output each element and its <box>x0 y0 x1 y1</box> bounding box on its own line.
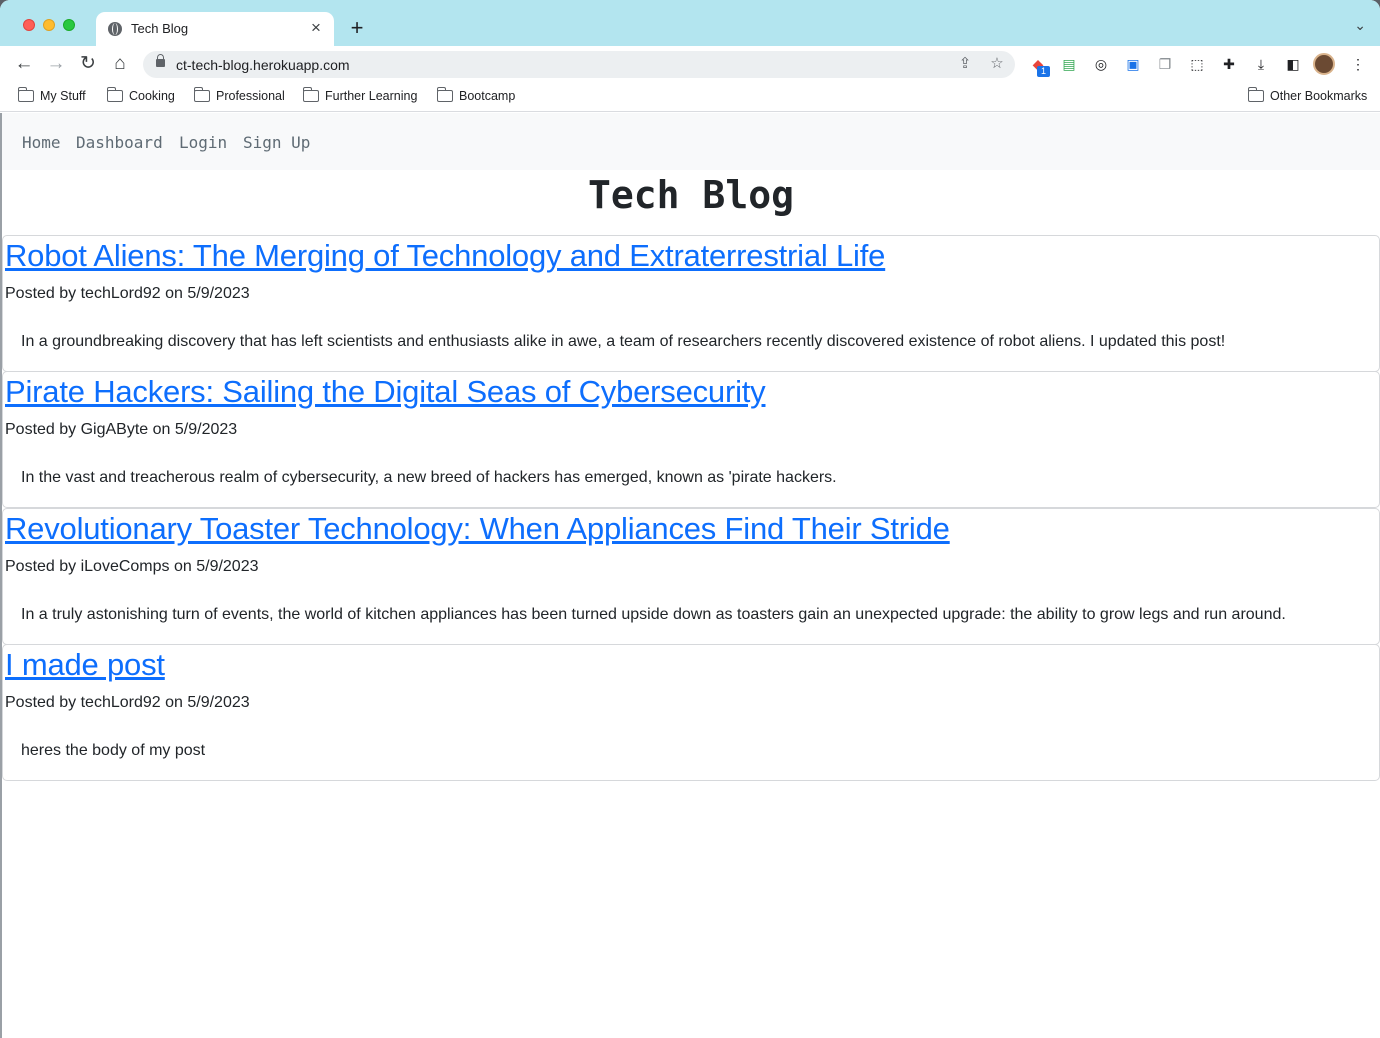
bookmark-label: Bootcamp <box>459 89 516 103</box>
bookmark-folder-professional[interactable]: Professional <box>193 87 285 106</box>
post-body: heres the body of my post <box>21 742 206 759</box>
nav-signup-link[interactable]: Sign Up <box>243 133 310 152</box>
new-tab-button[interactable]: + <box>344 15 370 41</box>
maximize-window-button[interactable] <box>63 19 75 31</box>
bookmark-label: Other Bookmarks <box>1270 89 1368 103</box>
extension-badge: 1 <box>1037 66 1050 77</box>
tab-title: Tech Blog <box>131 21 189 36</box>
download-icon[interactable]: ⤓ <box>1252 55 1270 73</box>
close-window-button[interactable] <box>23 19 35 31</box>
post-body: In the vast and treacherous realm of cyb… <box>21 469 837 486</box>
lock-icon[interactable] <box>156 54 165 67</box>
folder-icon <box>17 87 34 102</box>
side-panel-icon[interactable]: ◧ <box>1284 55 1302 73</box>
back-arrow-icon[interactable]: ← <box>12 52 36 76</box>
post-card: Revolutionary Toaster Technology: When A… <box>2 508 1380 645</box>
folder-icon <box>1247 87 1264 102</box>
extension-icon-4[interactable]: ▣ <box>1124 55 1142 73</box>
nav-dashboard-link[interactable]: Dashboard <box>76 133 163 152</box>
bookmark-folder-other[interactable]: Other Bookmarks <box>1247 87 1368 106</box>
share-icon[interactable]: ⇪ <box>955 54 975 74</box>
bookmark-folder-further-learning[interactable]: Further Learning <box>302 87 418 106</box>
puzzle-icon[interactable]: ✚ <box>1220 55 1238 73</box>
bookmarks-bar: My Stuff Cooking Professional Further Le… <box>0 82 1380 112</box>
minimize-window-button[interactable] <box>43 19 55 31</box>
chevron-down-icon[interactable]: ⌄ <box>1354 17 1366 34</box>
tab-strip: Tech Blog × + ⌄ <box>0 0 1380 46</box>
close-tab-icon[interactable]: × <box>306 18 326 38</box>
url-text[interactable]: ct-tech-blog.herokuapp.com <box>176 57 350 73</box>
page-title: Tech Blog <box>588 173 794 217</box>
bookmark-label: Cooking <box>129 89 175 103</box>
site-navbar: Home Dashboard Login Sign Up <box>2 113 1380 170</box>
post-card: I made post Posted by techLord92 on 5/9/… <box>2 644 1380 781</box>
web-page: Home Dashboard Login Sign Up Tech Blog R… <box>0 113 1380 1038</box>
bookmark-star-icon[interactable]: ☆ <box>987 54 1007 74</box>
post-title-link[interactable]: I made post <box>5 647 165 683</box>
bookmark-folder-my-stuff[interactable]: My Stuff <box>17 87 86 106</box>
home-icon[interactable]: ⌂ <box>108 52 132 76</box>
post-title-link[interactable]: Revolutionary Toaster Technology: When A… <box>5 511 950 547</box>
post-title-link[interactable]: Robot Aliens: The Merging of Technology … <box>5 238 885 274</box>
bookmark-label: My Stuff <box>40 89 86 103</box>
reload-icon[interactable]: ↻ <box>76 52 100 76</box>
bookmark-folder-cooking[interactable]: Cooking <box>106 87 175 106</box>
address-bar[interactable]: ct-tech-blog.herokuapp.com ⇪ ☆ <box>143 51 1015 78</box>
menu-dots-icon[interactable]: ⋮ <box>1349 55 1367 73</box>
post-card: Pirate Hackers: Sailing the Digital Seas… <box>2 371 1380 508</box>
extension-icon-2[interactable]: ▤ <box>1060 55 1078 73</box>
globe-icon <box>108 22 122 36</box>
folder-icon <box>106 87 123 102</box>
profile-avatar[interactable] <box>1313 53 1335 75</box>
folder-icon <box>436 87 453 102</box>
post-body: In a truly astonishing turn of events, t… <box>21 606 1286 623</box>
extension-icon-3[interactable]: ◎ <box>1092 55 1110 73</box>
post-card: Robot Aliens: The Merging of Technology … <box>2 235 1380 372</box>
folder-icon <box>193 87 210 102</box>
nav-login-link[interactable]: Login <box>179 133 227 152</box>
screenshot-icon[interactable]: ⬚ <box>1188 55 1206 73</box>
bookmark-label: Professional <box>216 89 285 103</box>
browser-toolbar: ← → ↻ ⌂ ct-tech-blog.herokuapp.com ⇪ ☆ ◆… <box>0 46 1380 82</box>
bookmark-folder-bootcamp[interactable]: Bootcamp <box>436 87 516 106</box>
tab-tech-blog[interactable]: Tech Blog × <box>96 12 334 46</box>
folder-icon <box>302 87 319 102</box>
browser-window: Tech Blog × + ⌄ ← → ↻ ⌂ ct-tech-blog.her… <box>0 0 1380 1038</box>
post-meta: Posted by iLoveComps on 5/9/2023 <box>5 558 259 575</box>
post-meta: Posted by techLord92 on 5/9/2023 <box>5 694 250 711</box>
bookmark-label: Further Learning <box>325 89 418 103</box>
post-meta: Posted by GigAByte on 5/9/2023 <box>5 421 238 438</box>
post-title-link[interactable]: Pirate Hackers: Sailing the Digital Seas… <box>5 374 766 410</box>
forward-arrow-icon[interactable]: → <box>44 52 68 76</box>
post-body: In a groundbreaking discovery that has l… <box>21 333 1226 350</box>
nav-home-link[interactable]: Home <box>22 133 61 152</box>
extension-icon-5[interactable]: ❐ <box>1156 55 1174 73</box>
post-meta: Posted by techLord92 on 5/9/2023 <box>5 285 250 302</box>
